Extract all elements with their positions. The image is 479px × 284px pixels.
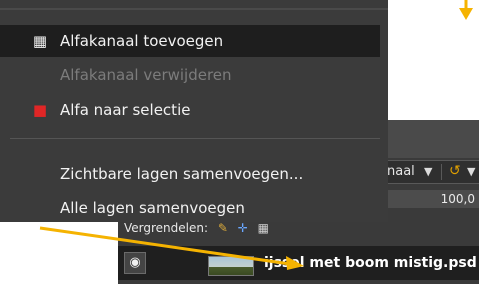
arrow-head-top (459, 8, 473, 20)
arrow-head-bottom (286, 256, 304, 270)
arrow-line-bottom (39, 226, 291, 266)
annotation-arrows (39, 0, 473, 270)
